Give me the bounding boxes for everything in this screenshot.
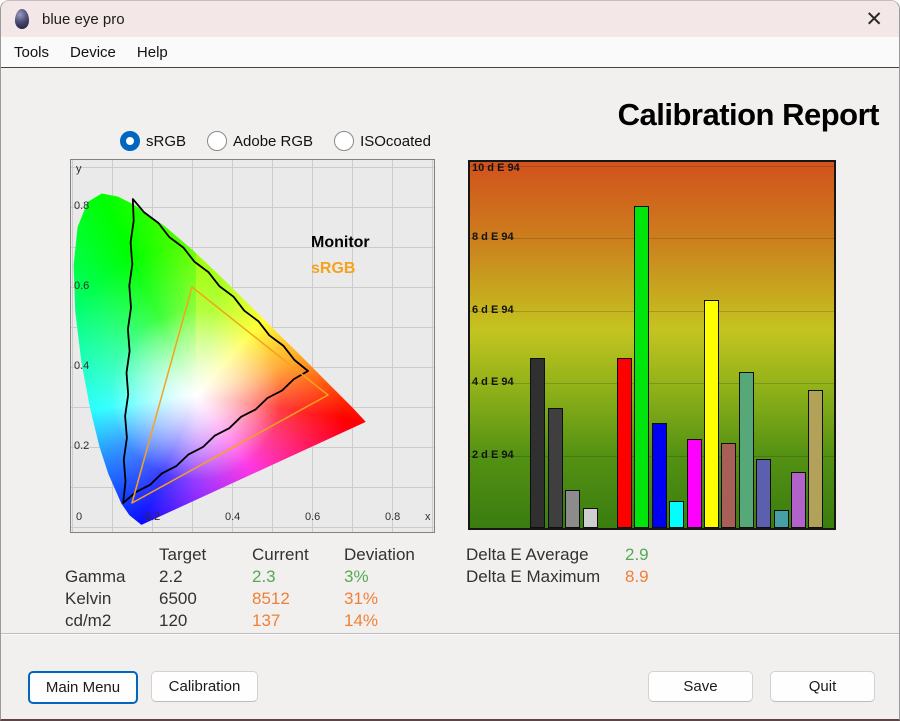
radio-srgb-label: sRGB [146, 132, 187, 150]
legend-srgb-label: sRGB [311, 260, 356, 277]
row-kelvin-deviation: 31% [344, 589, 379, 608]
y-tick-0.4: 0.4 [74, 360, 90, 372]
radio-adobe-rgb[interactable]: Adobe RGB [207, 131, 313, 151]
app-window: blue eye pro ✕ Tools Device Help Calibra… [0, 0, 900, 721]
main-menu-button[interactable]: Main Menu [28, 671, 138, 704]
bar-magenta [686, 439, 702, 528]
bar-dark-gray [547, 408, 563, 528]
bar-slate-blue [756, 459, 772, 528]
bar-orchid [791, 471, 806, 528]
bar-sea-green [738, 372, 754, 528]
row-cdm2-deviation: 14% [344, 611, 379, 630]
x-tick-0.6: 0.6 [305, 511, 321, 523]
bar-green [634, 205, 650, 528]
x-tick-0.4: 0.4 [225, 511, 241, 523]
row-cdm2-current: 137 [252, 611, 281, 630]
row-gamma-target: 2.2 [159, 567, 183, 586]
menu-tools[interactable]: Tools [14, 44, 49, 61]
gridline-6 [470, 310, 834, 312]
bar-black [530, 357, 545, 528]
gamut-srgb-triangle [131, 286, 329, 504]
y-tick-0.6: 0.6 [74, 280, 90, 292]
footer-divider [1, 633, 899, 635]
window-title: blue eye pro [42, 10, 125, 28]
app-icon [15, 9, 29, 29]
x-tick-0: 0 [76, 511, 83, 523]
cie-chromaticity-plot: 0 0.2 0.4 0.6 0.8 x 0.2 0.4 0.6 0.8 y Monitor sRGB [70, 159, 435, 533]
bar-blue [651, 422, 667, 528]
delta-e-average-label: Delta E Average [466, 545, 589, 564]
row-cdm2-target: 120 [159, 611, 188, 630]
bar-red [617, 357, 632, 528]
bar-brown [721, 442, 737, 528]
bar-gray [565, 489, 580, 528]
y-axis-label: y [76, 163, 82, 175]
radio-isocoated[interactable]: ISOcoated [334, 131, 431, 151]
bar-light-gray [582, 508, 598, 528]
menu-help[interactable]: Help [137, 44, 168, 61]
radio-isocoated-label: ISOcoated [360, 132, 431, 150]
delta-e-average-value: 2.9 [625, 545, 649, 564]
report-panel: Calibration Report sRGB Adobe RGB ISOcoa… [1, 68, 899, 719]
radio-isocoated-circle[interactable] [334, 131, 355, 151]
menu-device[interactable]: Device [70, 44, 116, 61]
gridline-4 [470, 383, 834, 385]
delta-e-maximum-value: 8.9 [625, 567, 649, 586]
bar-yellow [704, 299, 719, 528]
bc-tick-4: 4 d E 94 [472, 376, 514, 389]
col-header-current: Current [252, 545, 309, 564]
x-tick-0.2: 0.2 [145, 511, 161, 523]
radio-adobe-rgb-label: Adobe RGB [233, 132, 314, 150]
bar-khaki [808, 390, 824, 528]
x-tick-0.8: 0.8 [385, 511, 401, 523]
bc-tick-6: 6 d E 94 [472, 303, 514, 316]
radio-srgb[interactable]: sRGB [120, 131, 186, 151]
bc-tick-8: 8 d E 94 [472, 231, 514, 244]
x-axis-label: x [425, 511, 431, 523]
gridline-8 [470, 238, 834, 240]
legend-monitor-label: Monitor [311, 234, 370, 251]
radio-srgb-circle[interactable] [120, 131, 140, 151]
gridline-10 [470, 165, 834, 167]
gamut-triangles [122, 198, 329, 504]
y-tick-0.8: 0.8 [74, 200, 90, 212]
save-button[interactable]: Save [648, 671, 753, 702]
row-kelvin-current: 8512 [252, 589, 290, 608]
calibration-button[interactable]: Calibration [151, 671, 258, 702]
row-kelvin-label: Kelvin [65, 589, 112, 608]
radio-adobe-rgb-circle[interactable] [207, 131, 228, 151]
quit-button[interactable]: Quit [770, 671, 875, 702]
col-header-target: Target [159, 545, 207, 564]
row-gamma-label: Gamma [65, 567, 126, 586]
row-cdm2-label: cd/m2 [65, 611, 112, 630]
bar-cyan [669, 500, 685, 528]
col-header-deviation: Deviation [344, 545, 415, 564]
title-bar: blue eye pro ✕ [1, 1, 899, 37]
row-gamma-current: 2.3 [252, 567, 276, 586]
row-kelvin-target: 6500 [159, 589, 197, 608]
delta-e-maximum-label: Delta E Maximum [466, 567, 601, 586]
close-icon[interactable]: ✕ [865, 9, 883, 30]
profile-radio-group: sRGB Adobe RGB ISOcoated [120, 131, 452, 151]
page-title: Calibration Report [617, 97, 880, 132]
y-tick-0.2: 0.2 [74, 440, 90, 452]
menu-bar: Tools Device Help [1, 37, 899, 68]
bc-tick-10: 10 d E 94 [472, 162, 520, 174]
bar-teal [773, 509, 789, 528]
row-gamma-deviation: 3% [344, 567, 369, 586]
bc-tick-2: 2 d E 94 [472, 448, 514, 461]
delta-e-bar-chart: 2 d E 94 4 d E 94 6 d E 94 8 d E 94 10 d E 9… [468, 160, 836, 530]
